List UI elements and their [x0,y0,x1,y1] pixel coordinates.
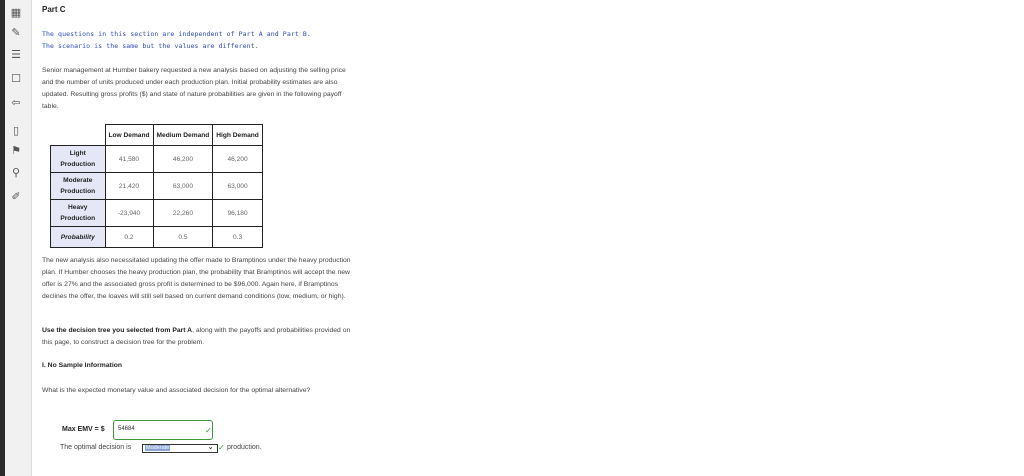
table-cell: 21,420 [104,172,154,200]
row-label-moderate: Moderate Production [50,172,106,200]
table-row: Moderate Production 21,420 63,000 63,000 [50,172,263,200]
pin-icon[interactable]: ⚲ [8,166,24,180]
question-text: What is the expected monetary value and … [42,387,311,394]
table-header-row: Low Demand Medium Demand High Demand [51,124,263,146]
decision-suffix: production. [227,444,262,451]
paragraph-scenario: Senior management at Humber bakery reque… [42,67,346,110]
pen-icon[interactable]: ✐ [8,190,24,204]
table-cell: 41,580 [104,145,154,173]
chevron-down-icon: ⌄ [207,442,214,451]
comment-icon[interactable]: ☐ [8,72,24,86]
table-row: Light Production 41,580 46,200 46,200 [50,145,263,173]
section-heading: I. No Sample Information [42,362,123,369]
paragraph-offer: The new analysis also necessitated updat… [42,257,351,300]
header-high-demand: High Demand [212,124,263,146]
probability-cell: 0.2 [104,226,154,248]
table-cell: 63,000 [152,172,214,200]
decision-select[interactable]: Moderate ⌄ [142,442,218,453]
arrow-icon[interactable]: ⇦ [8,96,24,110]
list-icon[interactable]: ☰ [8,48,24,62]
payoff-table: Low Demand Medium Demand High Demand Lig… [50,124,263,248]
probability-cell: 0.3 [212,226,263,248]
intro-line-1: The questions in this section are indepe… [42,30,311,38]
row-label-light: Light Production [50,145,106,173]
table-cell: -23,940 [104,199,154,227]
table-cell: 46,200 [152,145,214,173]
decision-prefix: The optimal decision is [60,444,132,451]
table-corner [51,125,106,146]
header-low-demand: Low Demand [104,124,154,146]
emv-correct-check-icon: ✓ [205,426,212,435]
table-cell: 96,180 [212,199,263,227]
table-cell: 22,260 [152,199,214,227]
paragraph-instruction: Use the decision tree you selected from … [42,325,352,349]
decision-correct-check-icon: ✓ [218,443,225,452]
decision-selected-value: Moderate [145,445,171,451]
highlight-icon[interactable]: ✎ [8,26,24,40]
table-cell: 63,000 [212,172,263,200]
intro-line-2: The scenario is the same but the values … [42,42,259,50]
annotation-toolbar: ▦ ✎ ☰ ☐ ⇦ ▯ ⚑ ⚲ ✐ [5,0,32,476]
instruction-bold: Use the decision tree you selected from … [42,327,193,334]
row-label-probability: Probability [50,226,106,248]
emv-label: Max EMV = $ [62,426,105,433]
header-medium-demand: Medium Demand [152,124,214,146]
page-icon[interactable]: ▯ [8,124,24,138]
table-row: Heavy Production -23,940 22,260 96,180 [50,199,263,227]
tag-icon[interactable]: ⚑ [8,144,24,158]
table-cell: 46,200 [212,145,263,173]
grid-icon[interactable]: ▦ [8,6,24,20]
row-label-heavy: Heavy Production [50,199,106,227]
emv-input[interactable]: 54684 [113,420,213,440]
probability-row: Probability 0.2 0.5 0.3 [50,226,263,248]
part-title: Part C [42,5,66,14]
probability-cell: 0.5 [152,226,214,248]
